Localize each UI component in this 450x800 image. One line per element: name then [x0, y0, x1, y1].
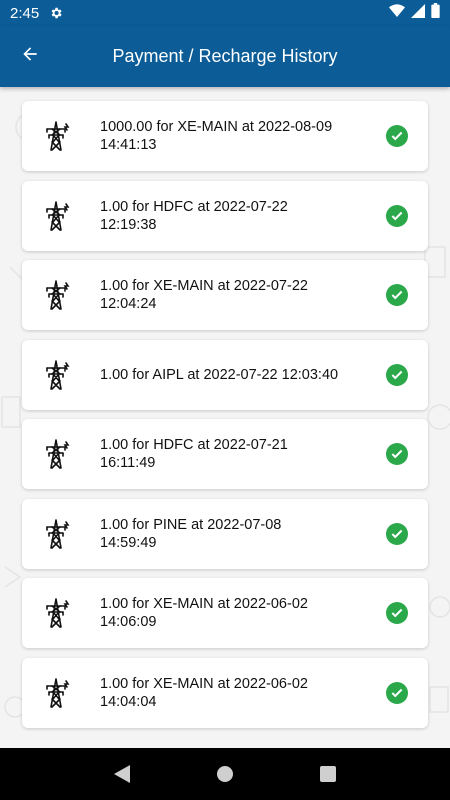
status-bar: 2:45 — [0, 0, 450, 26]
history-item[interactable]: 1.00 for HDFC at 2022-07-22 12:19:38 — [22, 180, 428, 251]
history-item[interactable]: 1.00 for PINE at 2022-07-08 14:59:49 — [22, 498, 428, 569]
back-button[interactable] — [2, 26, 58, 87]
check-circle-icon — [386, 522, 408, 545]
power-tower-icon — [40, 359, 72, 391]
history-list: 1000.00 for XE-MAIN at 2022-08-09 14:41:… — [22, 101, 428, 737]
history-item[interactable]: 1.00 for XE-MAIN at 2022-06-02 14:06:09 — [22, 578, 428, 648]
power-tower-icon — [40, 438, 72, 470]
history-item-text: 1.00 for PINE at 2022-07-08 14:59:49 — [100, 516, 282, 551]
power-tower-icon — [40, 200, 72, 232]
nav-recents-icon[interactable] — [318, 764, 338, 784]
gear-icon — [49, 6, 63, 20]
arrow-back-icon — [20, 44, 40, 69]
history-item-text: 1000.00 for XE-MAIN at 2022-08-09 14:41:… — [100, 119, 333, 153]
power-tower-icon — [40, 677, 72, 709]
history-item-text: 1.00 for XE-MAIN at 2022-07-22 12:04:24 — [100, 278, 308, 312]
history-item-text: 1.00 for HDFC at 2022-07-22 12:19:38 — [100, 198, 288, 233]
nav-home-icon[interactable] — [215, 764, 235, 784]
check-circle-icon — [386, 443, 408, 465]
power-tower-icon — [40, 120, 72, 152]
history-item[interactable]: 1.00 for AIPL at 2022-07-22 12:03:40 — [22, 339, 428, 410]
check-circle-icon — [386, 284, 408, 306]
history-item[interactable]: 1.00 for XE-MAIN at 2022-07-22 12:04:24 — [22, 260, 428, 330]
signal-icon — [411, 3, 425, 23]
nav-back-icon[interactable] — [112, 764, 132, 784]
history-item-text: 1.00 for AIPL at 2022-07-22 12:03:40 — [100, 366, 339, 383]
history-item[interactable]: 1.00 for XE-MAIN at 2022-06-02 14:04:04 — [22, 657, 428, 728]
system-nav-bar — [0, 748, 450, 800]
power-tower-icon — [40, 279, 72, 311]
status-time: 2:45 — [10, 4, 40, 22]
history-item-text: 1.00 for HDFC at 2022-07-21 16:11:49 — [100, 437, 288, 471]
history-item[interactable]: 1000.00 for XE-MAIN at 2022-08-09 14:41:… — [22, 101, 428, 171]
check-circle-icon — [386, 363, 408, 386]
history-item-text: 1.00 for XE-MAIN at 2022-06-02 14:04:04 — [100, 675, 308, 710]
check-circle-icon — [386, 681, 408, 704]
history-item[interactable]: 1.00 for HDFC at 2022-07-21 16:11:49 — [22, 419, 428, 489]
power-tower-icon — [40, 597, 72, 629]
wifi-icon — [389, 3, 405, 23]
power-tower-icon — [40, 518, 72, 550]
battery-icon — [431, 3, 440, 23]
history-item-text: 1.00 for XE-MAIN at 2022-06-02 14:06:09 — [100, 596, 308, 630]
app-bar: Payment / Recharge History — [0, 26, 450, 87]
check-circle-icon — [386, 204, 408, 227]
check-circle-icon — [386, 125, 408, 147]
check-circle-icon — [386, 602, 408, 624]
history-content[interactable]: 1000.00 for XE-MAIN at 2022-08-09 14:41:… — [0, 87, 450, 748]
page-title: Payment / Recharge History — [112, 46, 338, 66]
